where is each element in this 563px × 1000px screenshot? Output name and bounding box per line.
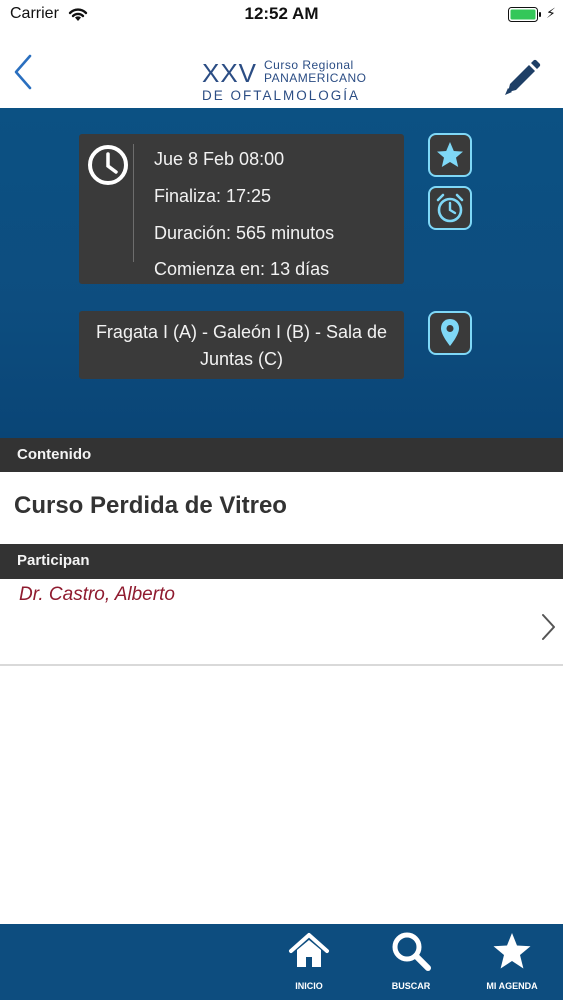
logo-roman-numeral: XXV — [202, 58, 258, 88]
battery-icon — [508, 7, 541, 22]
time-divider — [133, 144, 134, 262]
back-button[interactable] — [10, 52, 40, 92]
participants-section-label: Participan — [17, 552, 90, 569]
alarm-clock-icon — [436, 193, 464, 223]
tab-buscar[interactable]: BUSCAR — [371, 924, 451, 1000]
chevron-left-icon — [14, 54, 32, 90]
event-location-card: Fragata I (A) - Galeón I (B) - Sala de J… — [79, 311, 404, 379]
status-bar: Carrier 12:52 AM ⚡ — [0, 0, 563, 30]
bottom-tab-bar: INICIO BUSCAR MI AGENDA — [0, 924, 563, 1000]
pencil-icon — [505, 59, 541, 95]
tab-inicio-label: INICIO — [295, 981, 323, 991]
congress-logo: XXV Curso Regional PANAMERICANO DE OFTAL… — [200, 54, 375, 106]
reminder-button[interactable] — [428, 186, 472, 230]
clock-icon — [88, 145, 128, 185]
logo-line-2: PANAMERICANO — [264, 71, 367, 85]
clock-time: 12:52 AM — [244, 4, 319, 23]
map-location-button[interactable] — [428, 311, 472, 355]
content-section-header: Contenido — [0, 438, 563, 472]
tab-mi-agenda[interactable]: MI AGENDA — [472, 924, 552, 1000]
nav-header: XXV Curso Regional PANAMERICANO DE OFTAL… — [0, 30, 563, 108]
event-start: Jue 8 Feb 08:00 — [154, 149, 285, 169]
participants-section-header: Participan — [0, 544, 563, 579]
search-icon — [392, 932, 431, 971]
event-duration: Duración: 565 minutos — [154, 223, 335, 243]
logo-line-1: Curso Regional — [264, 58, 354, 72]
event-hero: Jue 8 Feb 08:00 Finaliza: 17:25 Duración… — [0, 108, 563, 438]
content-section-label: Contenido — [17, 446, 92, 463]
event-time-card: Jue 8 Feb 08:00 Finaliza: 17:25 Duración… — [79, 134, 404, 284]
tab-mi-agenda-label: MI AGENDA — [486, 981, 538, 991]
star-icon — [493, 933, 531, 969]
participant-row[interactable]: Dr. Castro, Alberto — [0, 580, 563, 666]
tab-buscar-label: BUSCAR — [391, 981, 431, 991]
event-end: Finaliza: 17:25 — [154, 186, 272, 206]
event-location: Fragata I (A) - Galeón I (B) - Sala de J… — [95, 322, 388, 369]
chevron-right-icon — [542, 614, 555, 640]
map-pin-icon — [441, 319, 459, 346]
home-icon — [289, 933, 329, 967]
participant-name: Dr. Castro, Alberto — [19, 584, 175, 605]
edit-button[interactable] — [502, 58, 542, 98]
favorite-button[interactable] — [428, 133, 472, 177]
event-starts-in: Comienza en: 13 días — [154, 259, 330, 279]
logo-line-3: DE OFTALMOLOGÍA — [202, 88, 361, 103]
charging-bolt-icon: ⚡ — [546, 5, 556, 21]
tab-inicio[interactable]: INICIO — [269, 924, 349, 1000]
course-title: Curso Perdida de Vitreo — [14, 492, 287, 519]
star-icon — [437, 142, 463, 167]
